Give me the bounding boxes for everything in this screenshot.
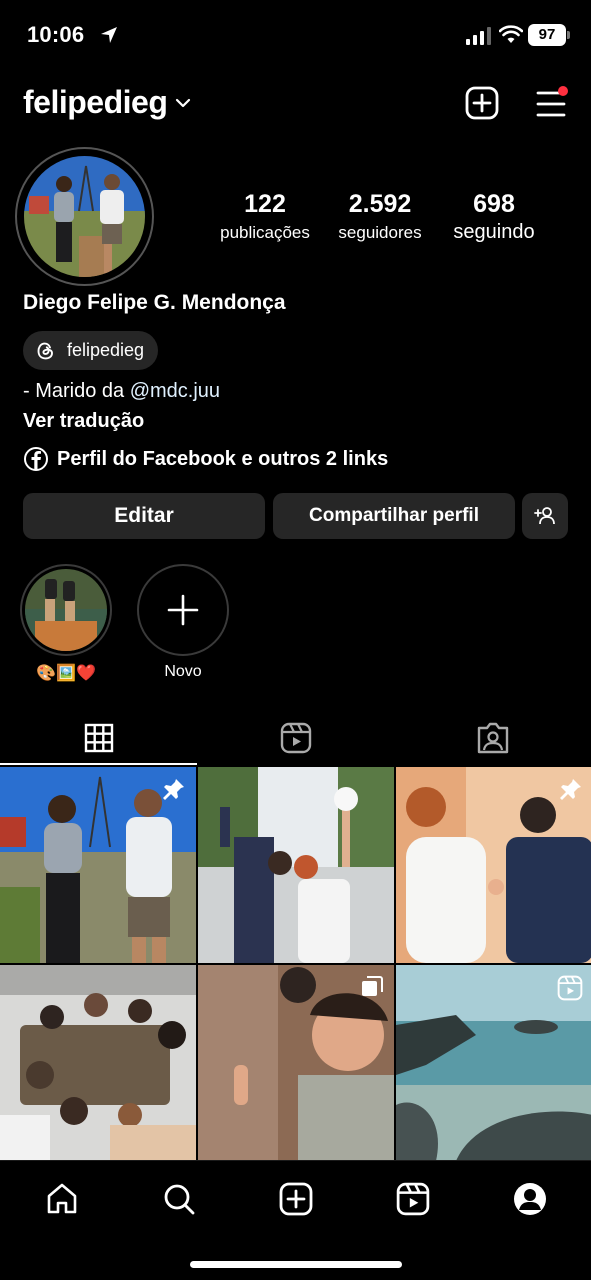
home-indicator xyxy=(190,1261,402,1268)
bio-prefix: - Marido da xyxy=(23,380,130,402)
wifi-icon xyxy=(499,25,523,43)
bio-mention-link[interactable]: @mdc.juu xyxy=(130,380,220,402)
profile-tabs xyxy=(0,712,591,764)
nav-create[interactable] xyxy=(276,1179,316,1219)
home-icon xyxy=(47,1183,77,1214)
discover-people-button[interactable] xyxy=(522,493,568,539)
stat-value: 2.592 xyxy=(348,190,412,218)
post-thumbnail[interactable] xyxy=(198,965,394,1161)
profile-links[interactable]: Perfil do Facebook e outros 2 links xyxy=(23,446,388,472)
stat-label: seguindo xyxy=(453,221,535,243)
edit-profile-button[interactable]: Editar xyxy=(23,493,265,539)
search-icon xyxy=(164,1184,195,1215)
threads-badge[interactable]: felipedieg xyxy=(23,331,159,370)
highlight-label: Novo xyxy=(164,663,202,680)
stat-followers[interactable]: 2.592 seguidores xyxy=(327,190,433,243)
stat-value: 122 xyxy=(244,190,286,218)
stat-label: seguidores xyxy=(338,223,422,242)
stat-label: publicações xyxy=(220,223,310,242)
stat-following[interactable]: 698 seguindo xyxy=(441,190,547,244)
highlight-cover xyxy=(25,569,107,651)
threads-handle: felipedieg xyxy=(67,340,145,360)
carousel-icon xyxy=(362,976,383,996)
create-post-icon[interactable] xyxy=(465,86,499,120)
pin-icon xyxy=(560,779,581,800)
tab-tagged[interactable] xyxy=(394,712,591,764)
signal-bars-icon xyxy=(466,27,491,45)
grid-icon xyxy=(84,723,113,753)
stat-value: 698 xyxy=(473,190,515,218)
tab-posts-grid[interactable] xyxy=(0,712,197,764)
create-icon xyxy=(279,1182,313,1216)
stat-posts[interactable]: 122 publicações xyxy=(214,190,316,243)
see-translation-link[interactable]: Ver tradução xyxy=(23,410,144,433)
account-switcher[interactable]: felipedieg xyxy=(23,84,191,121)
plus-icon xyxy=(167,594,199,626)
status-time: 10:06 xyxy=(27,22,85,47)
post-thumbnail[interactable] xyxy=(0,767,196,963)
post-thumbnail[interactable] xyxy=(396,965,591,1161)
nav-home[interactable] xyxy=(42,1179,82,1219)
nav-reels[interactable] xyxy=(393,1179,433,1219)
facebook-icon xyxy=(24,447,48,471)
avatar[interactable] xyxy=(24,156,145,277)
new-highlight-button[interactable]: Novo xyxy=(137,564,229,681)
notification-dot xyxy=(558,86,568,96)
reels-icon xyxy=(280,722,311,754)
highlight-item[interactable]: 🎨🖼️❤️ xyxy=(20,564,112,683)
status-bar: 10:06 97 xyxy=(0,0,591,70)
nav-search[interactable] xyxy=(159,1179,199,1219)
active-tab-indicator xyxy=(0,763,197,765)
profile-full-name: Diego Felipe G. Mendonça xyxy=(23,291,286,314)
tab-reels[interactable] xyxy=(197,712,394,764)
profile-icon xyxy=(514,1183,546,1215)
post-thumbnail[interactable] xyxy=(396,767,591,963)
reel-icon xyxy=(557,975,583,1001)
highlight-ring xyxy=(20,564,112,656)
reels-icon xyxy=(396,1182,430,1216)
share-profile-button[interactable]: Compartilhar perfil xyxy=(273,493,515,539)
highlight-ring xyxy=(137,564,229,656)
bio-text: - Marido da @mdc.juu xyxy=(23,380,220,403)
posts-grid xyxy=(0,767,591,1161)
add-person-icon xyxy=(534,507,555,525)
battery-indicator: 97 xyxy=(528,24,566,46)
links-label: Perfil do Facebook e outros 2 links xyxy=(57,447,389,470)
post-thumbnail[interactable] xyxy=(0,965,196,1161)
avatar-photo xyxy=(24,156,145,277)
tagged-icon xyxy=(477,722,508,754)
header-username: felipedieg xyxy=(23,84,168,120)
pin-icon xyxy=(163,779,184,800)
chevron-down-icon xyxy=(176,98,191,107)
battery-cap xyxy=(567,31,570,39)
location-arrow-icon xyxy=(101,27,117,43)
post-thumbnail[interactable] xyxy=(198,767,394,963)
nav-profile[interactable] xyxy=(510,1179,550,1219)
highlight-label: 🎨🖼️❤️ xyxy=(36,665,96,682)
threads-icon xyxy=(37,342,53,359)
